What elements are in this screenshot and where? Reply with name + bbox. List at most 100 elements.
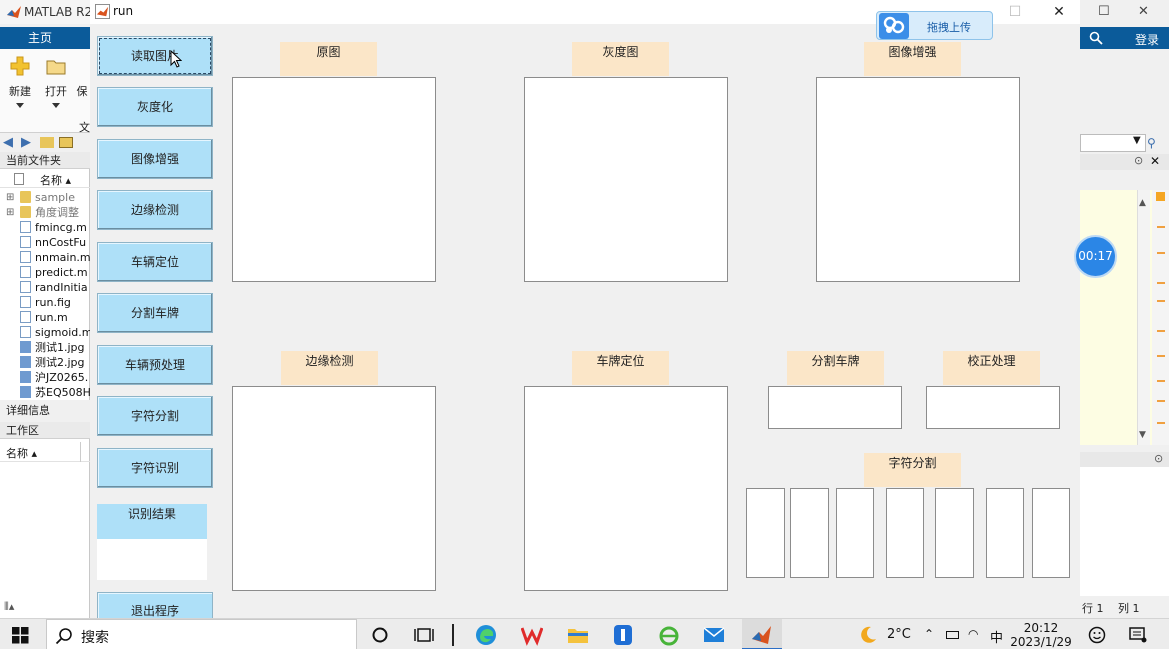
matlab-ribbon-tabs: 主页 xyxy=(0,27,90,49)
browse-folder-icon[interactable] xyxy=(59,137,73,148)
exit-button[interactable]: 退出程序 xyxy=(97,592,213,618)
chevron-up-icon[interactable]: ⌃ xyxy=(924,627,934,641)
status-row: 行 1 xyxy=(1082,602,1104,615)
matlab-title: MATLAB R2 xyxy=(24,5,93,19)
windows-start-icon[interactable] xyxy=(12,627,29,644)
workspace-columns: 名称 ▴ xyxy=(0,442,90,462)
list-item[interactable]: 沪JZ0265. xyxy=(6,370,90,385)
name-column-header[interactable]: 名称 ▴ xyxy=(40,172,71,188)
panel-grip-icon[interactable]: ⦀▴ xyxy=(4,600,14,614)
list-item[interactable]: 测试2.jpg xyxy=(6,355,90,370)
mail-icon[interactable] xyxy=(703,624,725,646)
taskbar-matlab-button[interactable] xyxy=(742,619,782,649)
panel-menu-icon[interactable]: ⊙ xyxy=(1134,154,1143,167)
list-item[interactable]: predict.m xyxy=(6,265,90,280)
list-item[interactable]: sigmoid.m xyxy=(6,325,90,340)
enhanced-image-axes xyxy=(816,77,1020,282)
list-item[interactable]: nnmain.m xyxy=(6,250,90,265)
ie-browser-icon[interactable] xyxy=(658,624,680,646)
list-item[interactable]: run.fig xyxy=(6,295,90,310)
file-section-label: 文 xyxy=(79,121,90,134)
maximize-button[interactable]: ☐ xyxy=(994,0,1036,24)
smiley-feedback-icon[interactable] xyxy=(1088,626,1106,644)
folder-icon xyxy=(46,60,66,75)
up-folder-icon[interactable] xyxy=(40,137,54,148)
list-item[interactable]: fmincg.m xyxy=(6,220,90,235)
back-arrow-icon[interactable]: ◀ xyxy=(3,135,13,150)
list-item[interactable]: run.m xyxy=(6,310,90,325)
list-item[interactable]: randInitia xyxy=(6,280,90,295)
current-folder-header: 当前文件夹 xyxy=(0,152,90,169)
edge-browser-icon[interactable] xyxy=(475,624,497,646)
recording-timer[interactable]: 00:17 xyxy=(1074,235,1117,278)
original-image-axes xyxy=(232,77,436,282)
panel-menu-icon[interactable]: ⊙ xyxy=(1154,452,1163,465)
task-view-icon[interactable] xyxy=(413,624,435,646)
taskbar-search-box[interactable]: 搜索 xyxy=(46,619,357,649)
forward-arrow-icon[interactable]: ▶ xyxy=(21,135,31,150)
taskbar-clock[interactable]: 20:12 2023/1/29 xyxy=(1000,621,1082,649)
matlab-close-button[interactable]: ✕ xyxy=(1138,4,1149,19)
editor-scrollbar[interactable]: ▲ ▼ xyxy=(1137,190,1150,445)
matlab-logo-icon xyxy=(7,6,21,18)
code-analyzer-bar xyxy=(1152,190,1169,445)
tab-home[interactable]: 主页 xyxy=(0,27,80,49)
path-combobox[interactable]: ▼ xyxy=(1080,134,1146,152)
enhance-button[interactable]: 图像增强 xyxy=(97,139,213,179)
file-type-column-icon xyxy=(14,173,24,185)
cortana-icon[interactable] xyxy=(369,624,391,646)
preprocess-button[interactable]: 车辆预处理 xyxy=(97,345,213,385)
close-icon[interactable]: ✕ xyxy=(1150,154,1160,168)
char-segment-axes xyxy=(935,488,974,578)
edge-detect-button[interactable]: 边缘检测 xyxy=(97,190,213,230)
workspace-panel: 工作区 名称 ▴ ⦀▴ xyxy=(0,422,90,618)
grayscale-image-axes xyxy=(524,77,728,282)
search-icon[interactable]: ⚲ xyxy=(1147,136,1156,150)
drag-upload-widget[interactable]: 拖拽上传 xyxy=(876,11,993,40)
m-file-icon xyxy=(20,251,31,263)
m-file-icon xyxy=(20,236,31,248)
save-button[interactable]: 保 xyxy=(74,55,90,99)
enhanced-image-title: 图像增强 xyxy=(864,42,961,76)
file-list-header: 名称 ▴ xyxy=(0,171,90,188)
list-item[interactable]: ⊞ sample xyxy=(6,190,90,205)
image-file-icon xyxy=(20,371,31,383)
char-segment-axes xyxy=(886,488,924,578)
weather-moon-icon[interactable] xyxy=(858,625,878,645)
weather-temperature[interactable]: 2°C xyxy=(887,627,911,642)
locate-vehicle-button[interactable]: 车辆定位 xyxy=(97,242,213,282)
wifi-icon[interactable]: ◠ xyxy=(968,627,978,641)
list-item[interactable]: ⊞ 角度调整 xyxy=(6,205,90,220)
status-bar: 行 1 列 1 xyxy=(1080,596,1169,618)
m-file-icon xyxy=(20,311,31,323)
search-icon[interactable] xyxy=(1089,31,1103,45)
matlab-logo-icon xyxy=(95,4,110,19)
plus-icon xyxy=(10,56,30,76)
details-panel-header[interactable]: 详细信息 xyxy=(0,400,90,422)
grayscale-button[interactable]: 灰度化 xyxy=(97,87,213,127)
open-button-label: 打开 xyxy=(45,85,67,98)
char-segment-button[interactable]: 字符分割 xyxy=(97,396,213,436)
read-image-button[interactable]: 读取图片 xyxy=(97,36,213,76)
security-app-icon[interactable] xyxy=(612,624,634,646)
char-segment-title: 字符分割 xyxy=(864,453,961,487)
char-recognize-button[interactable]: 字符识别 xyxy=(97,448,213,488)
list-item[interactable]: 苏EQ508H xyxy=(6,385,90,398)
split-plate-button[interactable]: 分割车牌 xyxy=(97,293,213,333)
command-window[interactable] xyxy=(1080,467,1169,596)
notification-icon[interactable] xyxy=(1129,627,1147,643)
wps-office-icon[interactable] xyxy=(521,624,543,646)
list-item[interactable]: nnCostFu xyxy=(6,235,90,250)
matlab-maximize-button[interactable]: ☐ xyxy=(1098,4,1110,19)
char-segment-axes xyxy=(790,488,829,578)
list-item[interactable]: 测试1.jpg xyxy=(6,340,90,355)
battery-icon[interactable] xyxy=(946,631,959,639)
login-link[interactable]: 登录 xyxy=(1135,31,1159,48)
open-button[interactable]: 打开 xyxy=(39,55,73,108)
matlab-logo-icon xyxy=(752,626,771,644)
new-button[interactable]: 新建 xyxy=(3,55,37,108)
workspace-name-column[interactable]: 名称 ▴ xyxy=(6,445,37,461)
close-button[interactable]: ✕ xyxy=(1038,0,1080,24)
file-explorer-icon[interactable] xyxy=(567,624,589,646)
folder-icon xyxy=(20,191,31,203)
